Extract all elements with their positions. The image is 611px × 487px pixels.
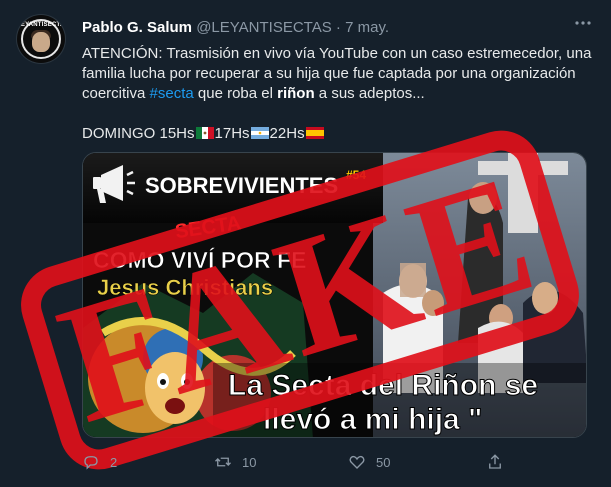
separator: · [335, 19, 341, 36]
media-caption-1: La Secta del Riñon se [228, 369, 538, 402]
hashtag-link[interactable]: #secta [150, 85, 194, 102]
schedule-time-2: 17Hs [214, 125, 250, 142]
reply-button[interactable]: 2 [82, 452, 117, 472]
tweet-date[interactable]: 7 may. [345, 19, 389, 36]
like-count: 50 [376, 454, 391, 470]
bold-word: riñon [277, 85, 315, 102]
reply-count: 2 [110, 454, 118, 470]
retweet-count: 10 [242, 454, 257, 470]
media-artwork: SOBREVIVIENTES #54 SECTA COMO VIVÍ POR F… [83, 153, 586, 437]
like-icon [349, 455, 365, 469]
reply-icon [84, 456, 98, 470]
tweet[interactable]: LEYANTISECTAS Pablo G. Salum @LEYANTISEC… [0, 0, 611, 487]
tweet-actions: 2 10 50 [82, 452, 592, 472]
tweet-header: Pablo G. Salum @LEYANTISECTAS · 7 may. [82, 19, 389, 36]
media-headline-2: Jesus Christians [97, 275, 273, 300]
like-button[interactable]: 50 [348, 452, 390, 472]
share-button[interactable] [486, 452, 504, 472]
tweet-text-part3: a sus adeptos... [314, 85, 425, 102]
avatar-face [32, 32, 50, 52]
media-headline-1: COMO VIVÍ POR FE [93, 246, 306, 273]
avatar-logo-text: LEYANTISECTAS [17, 22, 65, 28]
retweet-icon [215, 457, 231, 467]
tweet-paragraph: ATENCIÓN: Trasmisión en vivo vía YouTube… [82, 44, 592, 104]
flag-argentina-icon [250, 127, 269, 139]
media-badge: #54 [346, 168, 366, 182]
tweet-text: ATENCIÓN: Trasmisión en vivo vía YouTube… [82, 44, 592, 144]
tweet-media-image[interactable]: SOBREVIVIENTES #54 SECTA COMO VIVÍ POR F… [82, 152, 587, 438]
author-name[interactable]: Pablo G. Salum [82, 19, 192, 36]
flag-mexico-icon [195, 127, 214, 139]
avatar[interactable]: LEYANTISECTAS [17, 15, 65, 63]
tweet-text-part2: que roba el [193, 85, 278, 102]
schedule-line: DOMINGO 15Hs 17Hs 22Hs [82, 124, 592, 144]
flag-spain-icon [305, 127, 324, 139]
author-handle[interactable]: @LEYANTISECTAS [196, 19, 332, 36]
share-icon [489, 454, 501, 469]
media-banner: SOBREVIVIENTES [145, 173, 338, 198]
retweet-button[interactable]: 10 [214, 452, 256, 472]
schedule-label: DOMINGO 15Hs [82, 125, 195, 142]
more-icon[interactable] [571, 14, 595, 34]
schedule-time-3: 22Hs [269, 125, 305, 142]
media-caption-2: llevó a mi hija " [263, 403, 482, 436]
